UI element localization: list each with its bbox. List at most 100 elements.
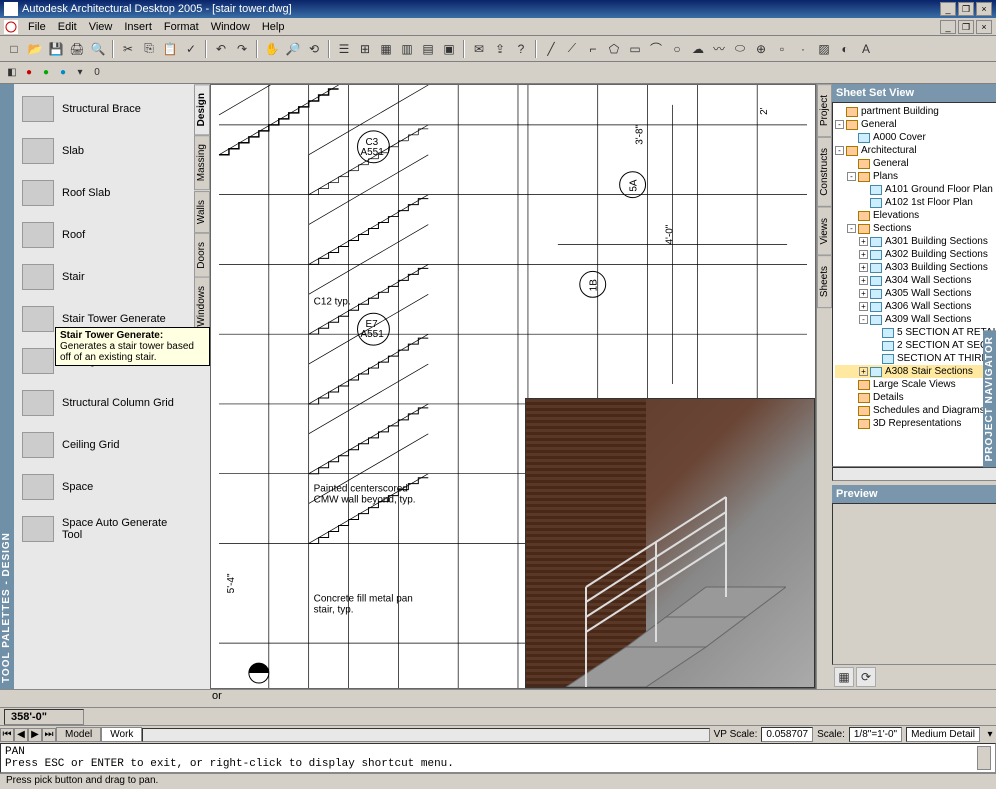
region-button[interactable]: ◐ — [835, 39, 855, 59]
qselect-button[interactable]: ▣ — [439, 39, 459, 59]
layout-tab-model[interactable]: Model — [56, 727, 101, 742]
line-button[interactable]: ╱ — [541, 39, 561, 59]
doc-minimize-button[interactable]: _ — [940, 20, 956, 34]
palette-item-ceiling-grid[interactable]: Ceiling Grid — [18, 424, 190, 466]
palette-item-brace[interactable]: Structural Brace — [18, 88, 190, 130]
expand-icon[interactable]: - — [835, 120, 844, 129]
tree-node[interactable]: 5 SECTION AT RETAIL ENTRAN — [835, 326, 996, 339]
nav-tab-constructs[interactable]: Constructs — [817, 137, 832, 207]
undo-button[interactable]: ↶ — [211, 39, 231, 59]
palette-tab-design[interactable]: Design — [194, 84, 210, 135]
sheet-tree[interactable]: partment Building-GeneralA000 Cover-Arch… — [832, 102, 996, 467]
cut-button[interactable]: ✂ — [118, 39, 138, 59]
tree-node[interactable]: Schedules and Diagrams — [835, 404, 996, 417]
pline-button[interactable]: ⌐ — [583, 39, 603, 59]
expand-icon[interactable]: - — [847, 172, 856, 181]
palette-item-space-auto[interactable]: Space Auto Generate Tool — [18, 508, 190, 550]
render-viewport[interactable] — [525, 398, 815, 688]
save-button[interactable]: 💾 — [46, 39, 66, 59]
tree-node[interactable]: +A306 Wall Sections — [835, 300, 996, 313]
expand-icon[interactable]: - — [847, 224, 856, 233]
tree-node[interactable]: General — [835, 157, 996, 170]
tree-node[interactable]: 2 SECTION AT SECOND FLOOR — [835, 339, 996, 352]
tree-node[interactable]: -General — [835, 118, 996, 131]
expand-icon[interactable]: - — [835, 146, 844, 155]
palette-item-space[interactable]: Space — [18, 466, 190, 508]
ellipse-button[interactable]: ⬭ — [730, 39, 750, 59]
copy-button[interactable]: ⎘ — [139, 39, 159, 59]
scale-dropdown-icon[interactable]: ▾ — [984, 729, 996, 740]
tool-palette-button[interactable]: ▦ — [376, 39, 396, 59]
close-button[interactable]: × — [976, 2, 992, 16]
palette-tab-doors[interactable]: Doors — [194, 233, 210, 278]
doc-restore-button[interactable]: ❐ — [958, 20, 974, 34]
tree-node[interactable]: +A304 Wall Sections — [835, 274, 996, 287]
polygon-button[interactable]: ⬠ — [604, 39, 624, 59]
command-line[interactable]: PAN Press ESC or ENTER to exit, or right… — [0, 743, 996, 773]
tree-node[interactable]: -A309 Wall Sections — [835, 313, 996, 326]
help-button[interactable]: ? — [511, 39, 531, 59]
minimize-button[interactable]: _ — [940, 2, 956, 16]
palette-item-slab[interactable]: Slab — [18, 130, 190, 172]
hatch-button[interactable]: ▨ — [814, 39, 834, 59]
expand-icon[interactable]: + — [859, 237, 868, 246]
menu-edit[interactable]: Edit — [52, 20, 83, 34]
menu-file[interactable]: File — [22, 20, 52, 34]
tree-node[interactable]: +A305 Wall Sections — [835, 287, 996, 300]
zoom-button[interactable]: 🔎 — [283, 39, 303, 59]
revcloud-button[interactable]: ☁ — [688, 39, 708, 59]
expand-icon[interactable]: + — [859, 250, 868, 259]
tree-node[interactable]: Large Scale Views — [835, 378, 996, 391]
circle-button[interactable]: ○ — [667, 39, 687, 59]
tree-node[interactable]: +A302 Building Sections — [835, 248, 996, 261]
hscroll[interactable] — [142, 728, 709, 742]
block-button[interactable]: ▫ — [772, 39, 792, 59]
nav-btn-1[interactable]: ▦ — [834, 667, 854, 687]
layer-btn-6[interactable]: 0 — [89, 65, 105, 81]
properties-button[interactable]: ☰ — [334, 39, 354, 59]
publish-button[interactable]: ⇪ — [490, 39, 510, 59]
etransmit-button[interactable]: ✉ — [469, 39, 489, 59]
expand-icon[interactable]: + — [859, 367, 868, 376]
nav-tab-views[interactable]: Views — [817, 207, 832, 256]
tree-node[interactable]: Details — [835, 391, 996, 404]
insert-button[interactable]: ⊕ — [751, 39, 771, 59]
palette-item-roof[interactable]: Roof — [18, 214, 190, 256]
tree-node[interactable]: +A301 Building Sections — [835, 235, 996, 248]
open-button[interactable]: 📂 — [25, 39, 45, 59]
markup-button[interactable]: ▤ — [418, 39, 438, 59]
pan-button[interactable]: ✋ — [262, 39, 282, 59]
restore-button[interactable]: ❐ — [958, 2, 974, 16]
rect-button[interactable]: ▭ — [625, 39, 645, 59]
doc-close-button[interactable]: × — [976, 20, 992, 34]
palette-item-roof-slab[interactable]: Roof Slab — [18, 172, 190, 214]
layout-tab-work[interactable]: Work — [101, 727, 142, 742]
plot-button[interactable]: 🖨 — [67, 39, 87, 59]
zoom-prev-button[interactable]: ⟲ — [304, 39, 324, 59]
layer-btn-5[interactable]: ▾ — [72, 65, 88, 81]
tab-prev-button[interactable]: ◀ — [14, 728, 28, 742]
new-button[interactable]: □ — [4, 39, 24, 59]
tree-hscroll[interactable] — [832, 467, 996, 481]
palette-tab-walls[interactable]: Walls — [194, 191, 210, 233]
expand-icon[interactable]: + — [859, 276, 868, 285]
detail-value[interactable]: Medium Detail — [906, 727, 980, 742]
palette-item-col-grid[interactable]: Structural Column Grid — [18, 382, 190, 424]
text-button[interactable]: A — [856, 39, 876, 59]
tree-node[interactable]: A102 1st Floor Plan — [835, 196, 996, 209]
tab-next-button[interactable]: ▶ — [28, 728, 42, 742]
menu-insert[interactable]: Insert — [118, 20, 158, 34]
tree-node[interactable]: A000 Cover — [835, 131, 996, 144]
tree-node[interactable]: partment Building — [835, 105, 996, 118]
spline-button[interactable]: 〰 — [709, 39, 729, 59]
sheet-set-button[interactable]: ▥ — [397, 39, 417, 59]
preview-button[interactable]: 🔍 — [88, 39, 108, 59]
expand-icon[interactable]: + — [859, 263, 868, 272]
tab-first-button[interactable]: ⏮ — [0, 728, 14, 742]
layer-btn-4[interactable]: ● — [55, 65, 71, 81]
expand-icon[interactable]: + — [859, 302, 868, 311]
arc-button[interactable]: ⌒ — [646, 39, 666, 59]
expand-icon[interactable]: + — [859, 289, 868, 298]
palette-item-stair[interactable]: Stair — [18, 256, 190, 298]
palette-tab-massing[interactable]: Massing — [194, 135, 210, 190]
